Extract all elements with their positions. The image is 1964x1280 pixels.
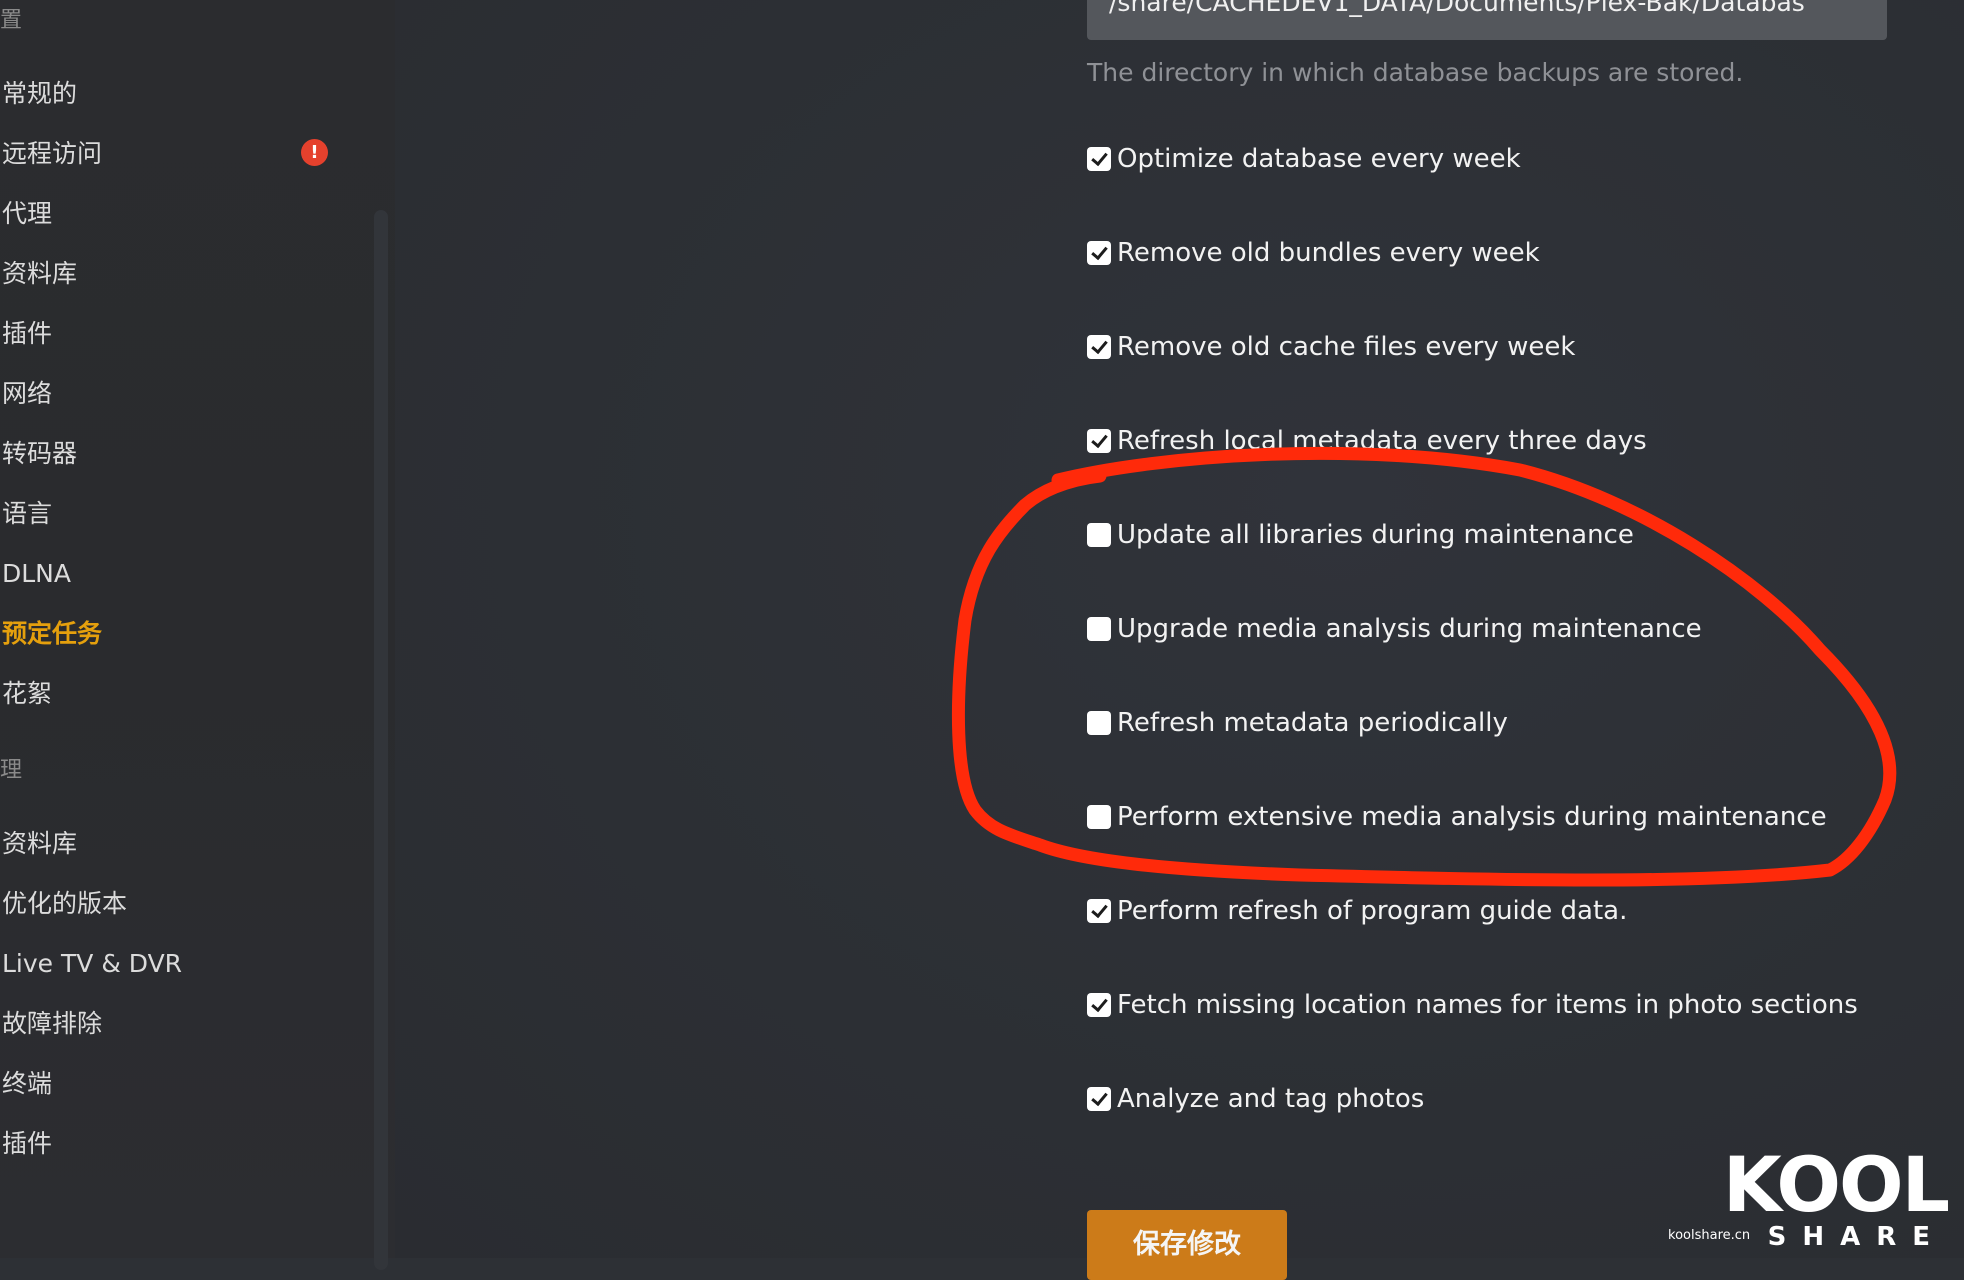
- checkbox-checked-icon[interactable]: [1087, 899, 1111, 923]
- sidebar-item-library[interactable]: 资料库: [2, 254, 77, 294]
- sidebar-item-transcoder[interactable]: 转码器: [2, 434, 77, 474]
- checkbox-checked-icon[interactable]: [1087, 241, 1111, 265]
- checkbox-checked-icon[interactable]: [1087, 335, 1111, 359]
- option-refresh-metadata-periodically[interactable]: Refresh metadata periodically: [1087, 705, 1508, 741]
- option-label: Remove old cache files every week: [1117, 332, 1576, 362]
- option-update-all-libraries[interactable]: Update all libraries during maintenance: [1087, 517, 1634, 553]
- option-label: Perform extensive media analysis during …: [1117, 802, 1827, 832]
- option-fetch-location-names[interactable]: Fetch missing location names for items i…: [1087, 987, 1858, 1023]
- option-label: Perform refresh of program guide data.: [1117, 896, 1628, 926]
- sidebar-item-remote-access[interactable]: 远程访问: [2, 134, 102, 174]
- option-optimize-database[interactable]: Optimize database every week: [1087, 141, 1521, 177]
- option-extensive-media-analysis[interactable]: Perform extensive media analysis during …: [1087, 799, 1827, 835]
- sidebar-item-general[interactable]: 常规的: [2, 74, 77, 114]
- option-label: Fetch missing location names for items i…: [1117, 990, 1858, 1020]
- sidebar-item-manage-library[interactable]: 资料库: [2, 824, 77, 864]
- sidebar-item-scheduled-tasks[interactable]: 预定任务: [2, 614, 102, 654]
- sidebar-item-extras[interactable]: 花絮: [2, 674, 52, 714]
- option-refresh-program-guide[interactable]: Perform refresh of program guide data.: [1087, 893, 1627, 929]
- checkbox-unchecked-icon[interactable]: [1087, 711, 1111, 735]
- option-remove-old-cache[interactable]: Remove old cache files every week: [1087, 329, 1575, 365]
- sidebar-item-manage-plugins[interactable]: 插件: [2, 1124, 52, 1164]
- sidebar-item-proxy[interactable]: 代理: [2, 194, 52, 234]
- sidebar-item-language[interactable]: 语言: [2, 494, 52, 534]
- settings-sidebar: 置 常规的 远程访问 ! 代理 资料库 插件 网络 转码器 语言 DLNA 预定…: [0, 0, 395, 1270]
- checkbox-checked-icon[interactable]: [1087, 429, 1111, 453]
- option-refresh-local-metadata[interactable]: Refresh local metadata every three days: [1087, 423, 1647, 459]
- watermark-logo: KOOL: [1722, 1140, 1950, 1229]
- checkbox-unchecked-icon[interactable]: [1087, 617, 1111, 641]
- checkbox-checked-icon[interactable]: [1087, 147, 1111, 171]
- watermark-subtitle: SHARE: [1767, 1222, 1946, 1252]
- sidebar-item-dlna[interactable]: DLNA: [2, 554, 71, 594]
- sidebar-item-plugins[interactable]: 插件: [2, 314, 52, 354]
- sidebar-item-network[interactable]: 网络: [2, 374, 52, 414]
- option-upgrade-media-analysis[interactable]: Upgrade media analysis during maintenanc…: [1087, 611, 1702, 647]
- backup-directory-input[interactable]: /share/CACHEDEV1_DATA/Documents/Plex-Bak…: [1087, 0, 1887, 40]
- watermark-domain: koolshare.cn: [1668, 1228, 1751, 1243]
- sidebar-item-devices[interactable]: 终端: [2, 1064, 52, 1104]
- sidebar-section-manage: 理: [0, 758, 23, 783]
- checkbox-unchecked-icon[interactable]: [1087, 523, 1111, 547]
- option-label: Refresh metadata periodically: [1117, 708, 1508, 738]
- sidebar-item-live-tv-dvr[interactable]: Live TV & DVR: [2, 944, 182, 984]
- sidebar-item-optimized-versions[interactable]: 优化的版本: [2, 884, 127, 924]
- checkbox-checked-icon[interactable]: [1087, 1087, 1111, 1111]
- option-label: Refresh local metadata every three days: [1117, 426, 1647, 456]
- option-label: Update all libraries during maintenance: [1117, 520, 1634, 550]
- option-label: Upgrade media analysis during maintenanc…: [1117, 614, 1702, 644]
- option-label: Optimize database every week: [1117, 144, 1521, 174]
- checkbox-checked-icon[interactable]: [1087, 993, 1111, 1017]
- alert-icon: !: [301, 139, 328, 166]
- checkbox-unchecked-icon[interactable]: [1087, 805, 1111, 829]
- sidebar-section-settings: 置: [0, 8, 23, 33]
- option-label: Analyze and tag photos: [1117, 1084, 1425, 1114]
- sidebar-item-troubleshooting[interactable]: 故障排除: [2, 1004, 102, 1044]
- koolshare-watermark: KOOL SHARE koolshare.cn: [1660, 1140, 1960, 1258]
- sidebar-scrollbar[interactable]: [374, 210, 388, 1270]
- backup-directory-help: The directory in which database backups …: [1087, 58, 1744, 87]
- save-changes-button[interactable]: 保存修改: [1087, 1210, 1287, 1280]
- option-remove-old-bundles[interactable]: Remove old bundles every week: [1087, 235, 1540, 271]
- option-label: Remove old bundles every week: [1117, 238, 1540, 268]
- option-analyze-tag-photos[interactable]: Analyze and tag photos: [1087, 1081, 1424, 1117]
